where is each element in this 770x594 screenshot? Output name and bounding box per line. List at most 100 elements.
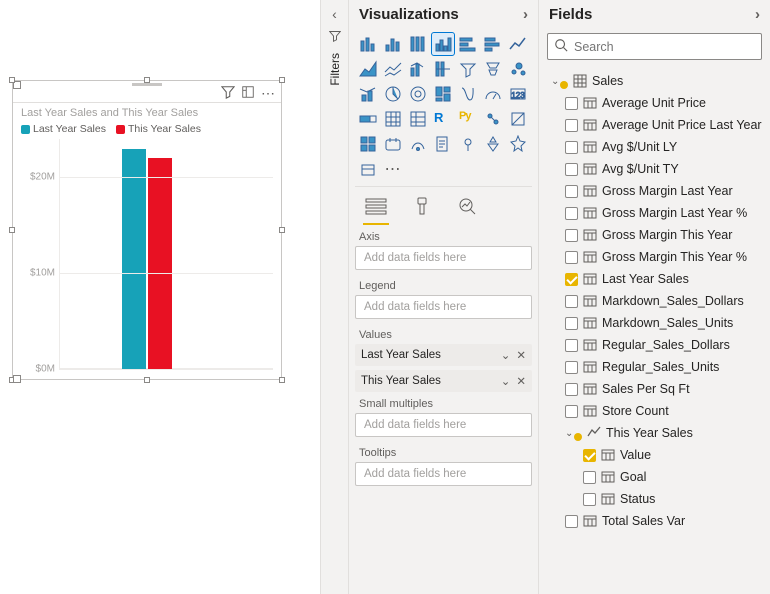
field-row[interactable]: Average Unit Price bbox=[545, 92, 764, 114]
field-checkbox[interactable] bbox=[565, 229, 578, 242]
viz-type-icon[interactable] bbox=[407, 58, 429, 80]
viz-type-icon[interactable] bbox=[432, 133, 454, 155]
viz-type-icon[interactable] bbox=[482, 33, 504, 55]
field-row[interactable]: Gross Margin This Year bbox=[545, 224, 764, 246]
viz-type-icon[interactable] bbox=[407, 33, 429, 55]
viz-type-icon[interactable] bbox=[482, 133, 504, 155]
remove-chip-icon[interactable]: ✕ bbox=[516, 374, 526, 388]
viz-type-icon[interactable] bbox=[407, 108, 429, 130]
viz-type-icon[interactable] bbox=[357, 83, 379, 105]
viz-type-icon[interactable]: 123 bbox=[507, 83, 529, 105]
field-row[interactable]: Avg $/Unit LY bbox=[545, 136, 764, 158]
more-visuals-icon[interactable]: ⋯ bbox=[382, 158, 404, 180]
viz-type-icon[interactable]: R bbox=[432, 108, 454, 130]
field-row[interactable]: Markdown_Sales_Dollars bbox=[545, 290, 764, 312]
field-checkbox[interactable] bbox=[565, 361, 578, 374]
fields-mode-icon[interactable] bbox=[363, 193, 389, 219]
bar[interactable] bbox=[148, 158, 172, 369]
field-row[interactable]: Value bbox=[545, 444, 764, 466]
viz-type-icon[interactable] bbox=[482, 83, 504, 105]
viz-type-icon[interactable] bbox=[457, 58, 479, 80]
field-checkbox[interactable] bbox=[565, 163, 578, 176]
field-row[interactable]: Gross Margin This Year % bbox=[545, 246, 764, 268]
legend-well[interactable]: Add data fields here bbox=[355, 295, 532, 319]
viz-type-icon[interactable] bbox=[432, 33, 454, 55]
remove-chip-icon[interactable]: ✕ bbox=[516, 348, 526, 362]
format-mode-icon[interactable] bbox=[409, 193, 435, 219]
field-row[interactable]: Sales Per Sq Ft bbox=[545, 378, 764, 400]
field-row[interactable]: Gross Margin Last Year % bbox=[545, 202, 764, 224]
field-checkbox[interactable] bbox=[565, 295, 578, 308]
fields-search[interactable] bbox=[547, 33, 762, 60]
field-row[interactable]: Total Sales Var bbox=[545, 510, 764, 532]
chevron-down-icon[interactable]: ⌄ bbox=[501, 348, 511, 362]
axis-well[interactable]: Add data fields here bbox=[355, 246, 532, 270]
viz-type-icon[interactable] bbox=[457, 133, 479, 155]
field-row[interactable]: Avg $/Unit TY bbox=[545, 158, 764, 180]
viz-type-icon[interactable] bbox=[382, 83, 404, 105]
viz-type-icon[interactable] bbox=[507, 133, 529, 155]
viz-type-icon[interactable] bbox=[382, 133, 404, 155]
values-chip[interactable]: This Year Sales ⌄✕ bbox=[355, 370, 532, 392]
field-checkbox[interactable] bbox=[565, 405, 578, 418]
viz-type-icon[interactable] bbox=[382, 33, 404, 55]
viz-type-icon[interactable] bbox=[407, 83, 429, 105]
field-row[interactable]: Markdown_Sales_Units bbox=[545, 312, 764, 334]
field-checkbox[interactable] bbox=[565, 515, 578, 528]
table-row[interactable]: ⌄Sales bbox=[545, 70, 764, 92]
field-checkbox[interactable] bbox=[565, 339, 578, 352]
field-checkbox[interactable] bbox=[583, 471, 596, 484]
table-row[interactable]: ⌄This Year Sales bbox=[545, 422, 764, 444]
field-row[interactable]: Regular_Sales_Dollars bbox=[545, 334, 764, 356]
viz-type-icon[interactable] bbox=[357, 158, 379, 180]
filters-pane-collapsed[interactable]: ‹ Filters bbox=[320, 0, 348, 594]
field-checkbox[interactable] bbox=[565, 383, 578, 396]
chart-visual[interactable]: ⋯ Last Year Sales and This Year Sales La… bbox=[12, 80, 282, 380]
field-row[interactable]: Regular_Sales_Units bbox=[545, 356, 764, 378]
field-checkbox[interactable] bbox=[565, 185, 578, 198]
tooltips-well[interactable]: Add data fields here bbox=[355, 462, 532, 486]
filter-icon[interactable] bbox=[221, 85, 235, 99]
viz-type-icon[interactable] bbox=[357, 58, 379, 80]
viz-type-icon[interactable] bbox=[357, 108, 379, 130]
field-row[interactable]: Last Year Sales bbox=[545, 268, 764, 290]
field-checkbox[interactable] bbox=[565, 273, 578, 286]
viz-type-icon[interactable] bbox=[357, 33, 379, 55]
search-input[interactable] bbox=[574, 40, 755, 54]
field-checkbox[interactable] bbox=[565, 251, 578, 264]
field-row[interactable]: Store Count bbox=[545, 400, 764, 422]
field-row[interactable]: Status bbox=[545, 488, 764, 510]
collapse-fields-icon[interactable]: › bbox=[755, 6, 760, 23]
field-row[interactable]: Average Unit Price Last Year bbox=[545, 114, 764, 136]
small-multiples-well[interactable]: Add data fields here bbox=[355, 413, 532, 437]
viz-type-icon[interactable] bbox=[382, 108, 404, 130]
viz-type-icon[interactable] bbox=[482, 108, 504, 130]
chevron-down-icon[interactable]: ⌄ bbox=[501, 374, 511, 388]
viz-type-icon[interactable]: Py bbox=[457, 108, 479, 130]
analytics-mode-icon[interactable] bbox=[455, 193, 481, 219]
bar[interactable] bbox=[122, 149, 146, 369]
viz-type-icon[interactable] bbox=[457, 83, 479, 105]
viz-type-icon[interactable] bbox=[357, 133, 379, 155]
field-checkbox[interactable] bbox=[583, 449, 596, 462]
viz-type-icon[interactable] bbox=[407, 133, 429, 155]
viz-type-icon[interactable] bbox=[507, 33, 529, 55]
values-chip[interactable]: Last Year Sales ⌄✕ bbox=[355, 344, 532, 366]
viz-type-icon[interactable] bbox=[457, 33, 479, 55]
field-row[interactable]: Gross Margin Last Year bbox=[545, 180, 764, 202]
field-checkbox[interactable] bbox=[565, 97, 578, 110]
field-checkbox[interactable] bbox=[565, 317, 578, 330]
viz-type-icon[interactable] bbox=[507, 108, 529, 130]
viz-type-icon[interactable] bbox=[382, 58, 404, 80]
drag-handle-icon[interactable] bbox=[132, 83, 162, 86]
field-checkbox[interactable] bbox=[565, 207, 578, 220]
field-checkbox[interactable] bbox=[565, 119, 578, 132]
more-options-icon[interactable]: ⋯ bbox=[261, 85, 275, 99]
viz-type-icon[interactable] bbox=[432, 83, 454, 105]
field-checkbox[interactable] bbox=[565, 141, 578, 154]
focus-mode-icon[interactable] bbox=[241, 85, 255, 99]
viz-type-icon[interactable] bbox=[507, 58, 529, 80]
viz-type-icon[interactable] bbox=[482, 58, 504, 80]
field-checkbox[interactable] bbox=[583, 493, 596, 506]
collapse-viz-icon[interactable]: › bbox=[523, 6, 528, 23]
